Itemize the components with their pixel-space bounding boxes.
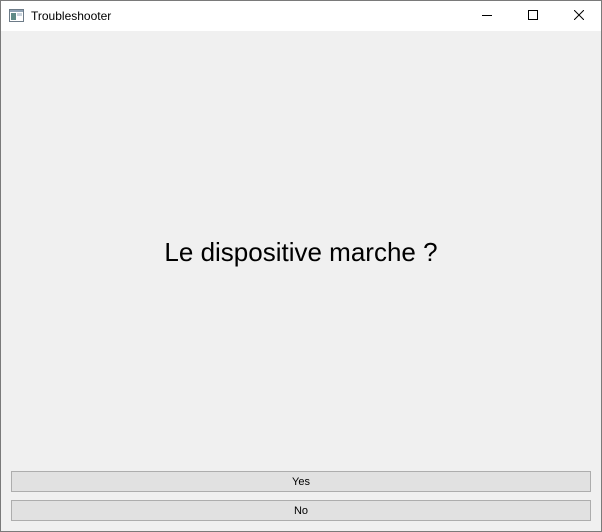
yes-button-label: Yes [292,475,310,488]
no-button[interactable]: No [11,500,591,521]
maximize-button[interactable] [510,1,556,31]
troubleshooter-window: Troubleshooter Le dispositive marche ? Y… [0,0,602,532]
application-window-icon [9,9,24,22]
minimize-button[interactable] [464,1,510,31]
no-button-label: No [293,504,309,517]
yes-button[interactable]: Yes [11,471,591,492]
minimize-icon [482,7,492,25]
content-area: Le dispositive marche ? Yes No [1,31,601,531]
close-button[interactable] [556,1,602,31]
close-icon [573,7,585,25]
question-label: Le dispositive marche ? [164,237,438,267]
maximize-icon [528,7,538,25]
window-title: Troubleshooter [31,9,112,23]
title-bar[interactable]: Troubleshooter [1,1,601,31]
